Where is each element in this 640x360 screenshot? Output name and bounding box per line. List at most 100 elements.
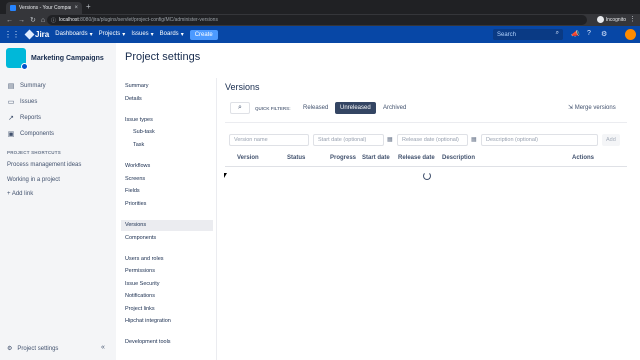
column-header: Description xyxy=(442,155,476,161)
app-switcher-icon[interactable]: ⋮⋮ xyxy=(4,30,20,39)
browser-menu-icon[interactable]: ⋮ xyxy=(629,15,636,23)
filter-unreleased[interactable]: Unreleased xyxy=(335,102,376,114)
summary-icon: ▤ xyxy=(7,83,15,90)
merge-versions-button[interactable]: ⇲ Merge versions xyxy=(568,104,616,111)
browser-toolbar: ← → ↻ ⌂ ⓘ localhost:8080/jira/plugins/se… xyxy=(0,14,640,26)
reports-icon: ↗ xyxy=(8,115,14,122)
column-header: Release date xyxy=(398,155,435,161)
close-tab-icon[interactable]: × xyxy=(74,5,78,11)
info-icon: ⓘ xyxy=(51,18,57,24)
settings-nav-item[interactable]: Details xyxy=(125,96,142,102)
menu-boards[interactable]: Boards ▾ xyxy=(160,31,184,38)
back-icon[interactable]: ← xyxy=(6,17,13,24)
project-settings-label: Project settings xyxy=(17,345,59,352)
settings-nav-item[interactable]: Sub-task xyxy=(133,129,155,135)
new-tab-icon[interactable]: + xyxy=(86,2,91,11)
forward-icon[interactable]: → xyxy=(18,17,25,24)
settings-nav-item[interactable]: Project links xyxy=(125,306,155,312)
settings-nav-item[interactable]: Users and roles xyxy=(125,256,164,262)
url-path: :8080/jira/plugins/servlet/project-confi… xyxy=(78,17,218,23)
shortcut-link[interactable]: Working in a project xyxy=(7,177,60,183)
sidebar-item-components[interactable]: ▣ Components xyxy=(7,130,54,138)
calendar-icon[interactable]: ▦ xyxy=(471,136,477,143)
menu-label: Boards xyxy=(159,31,179,37)
create-button[interactable]: Create xyxy=(189,29,218,40)
sidebar-item-label: Issues xyxy=(20,99,38,105)
notifications-icon[interactable]: 📣 xyxy=(571,30,580,38)
settings-nav-item[interactable]: Development tools xyxy=(125,339,171,345)
version-search-button[interactable]: ⌕ xyxy=(230,102,250,114)
user-avatar[interactable] xyxy=(625,29,636,40)
version-name-field[interactable]: Version name xyxy=(229,134,309,146)
settings-nav-item[interactable]: Issue types xyxy=(125,117,153,123)
browser-tab[interactable]: Versions - Your Company Jira × xyxy=(6,2,82,14)
project-badge-icon xyxy=(21,63,28,70)
search-input[interactable]: Search ⌕ xyxy=(493,29,563,40)
jira-logo[interactable]: Jira xyxy=(24,29,50,40)
add-button[interactable]: Add xyxy=(602,134,620,146)
calendar-icon[interactable]: ▦ xyxy=(387,136,393,143)
settings-nav-item[interactable]: Summary xyxy=(125,83,149,89)
description-field[interactable]: Description (optional) xyxy=(481,134,598,146)
mouse-cursor-icon xyxy=(224,173,227,178)
settings-nav-item[interactable]: Notifications xyxy=(125,293,155,299)
divider xyxy=(225,122,627,123)
settings-nav-item[interactable]: Components xyxy=(125,235,156,241)
reload-icon[interactable]: ↻ xyxy=(30,16,36,24)
jira-logo-text: Jira xyxy=(35,30,50,39)
settings-nav-item[interactable]: Permissions xyxy=(125,268,155,274)
sidebar-item-issues[interactable]: ▭ Issues xyxy=(7,98,38,106)
menu-dashboards[interactable]: Dashboards ▾ xyxy=(55,31,92,38)
sidebar-item-label: Reports xyxy=(20,115,42,121)
project-header[interactable]: Marketing Campaigns xyxy=(6,48,104,70)
shortcut-link[interactable]: Process management ideas xyxy=(7,162,81,168)
shortcuts-heading: PROJECT SHORTCUTS xyxy=(7,150,61,155)
browser-tab-strip: Versions - Your Company Jira × + xyxy=(0,0,640,14)
menu-issues[interactable]: Issues ▾ xyxy=(131,31,153,38)
address-bar[interactable]: ⓘ localhost:8080/jira/plugins/servlet/pr… xyxy=(47,15,587,25)
components-icon: ▣ xyxy=(7,131,15,138)
column-header: Progress xyxy=(330,155,357,161)
settings-nav-item[interactable]: Priorities xyxy=(125,201,146,207)
settings-nav-item[interactable]: Fields xyxy=(125,188,140,194)
incognito-label: Incognito xyxy=(605,16,626,23)
add-link-label: Add link xyxy=(11,191,34,197)
settings-nav-item[interactable]: Screens xyxy=(125,176,145,182)
help-icon[interactable]: ? xyxy=(587,30,591,37)
chevron-down-icon: ▾ xyxy=(150,32,154,38)
start-date-field[interactable]: Start date (optional) xyxy=(313,134,384,146)
sidebar-item-label: Components xyxy=(20,131,55,137)
menu-projects[interactable]: Projects ▾ xyxy=(99,31,126,38)
menu-label: Projects xyxy=(98,31,121,37)
menu-label: Issues xyxy=(131,31,149,37)
home-icon[interactable]: ⌂ xyxy=(41,17,45,24)
jira-header: ⋮⋮ Jira Dashboards ▾ Projects ▾ Issues ▾ Bo… xyxy=(0,26,640,43)
settings-nav-item-selected[interactable]: Versions xyxy=(121,220,213,231)
filter-released[interactable]: Released xyxy=(298,102,333,114)
sidebar-item-label: Summary xyxy=(20,83,46,89)
chevron-down-icon: ▾ xyxy=(180,32,184,38)
release-date-field[interactable]: Release date (optional) xyxy=(397,134,468,146)
settings-nav-item[interactable]: Task xyxy=(133,142,144,148)
settings-nav-item[interactable]: Issue Security xyxy=(125,281,160,287)
add-link[interactable]: + Add link xyxy=(7,191,33,197)
chevron-down-icon: ▾ xyxy=(89,32,93,38)
incognito-indicator[interactable]: Incognito xyxy=(596,16,626,23)
sidebar-item-reports[interactable]: ↗ Reports xyxy=(7,114,41,122)
issues-icon: ▭ xyxy=(7,99,15,106)
column-header: Version xyxy=(237,155,259,161)
project-settings-link[interactable]: ⚙ Project settings xyxy=(7,345,59,353)
settings-nav-item[interactable]: Workflows xyxy=(125,163,150,169)
collapse-sidebar-icon[interactable]: « xyxy=(101,344,105,351)
page-title: Project settings xyxy=(125,51,201,63)
search-icon: ⌕ xyxy=(238,104,242,111)
settings-nav-item[interactable]: Hipchat integration xyxy=(125,318,171,324)
sidebar-item-summary[interactable]: ▤ Summary xyxy=(7,82,46,90)
settings-gear-icon[interactable]: ⚙ xyxy=(601,30,607,38)
url-host: localhost xyxy=(59,17,79,23)
column-header: Start date xyxy=(362,155,390,161)
filter-archived[interactable]: Archived xyxy=(378,102,411,114)
column-header: Actions xyxy=(572,155,595,161)
settings-nav: Summary Details Issue types Sub-task Tas… xyxy=(119,78,217,360)
gear-icon: ⚙ xyxy=(7,346,13,352)
